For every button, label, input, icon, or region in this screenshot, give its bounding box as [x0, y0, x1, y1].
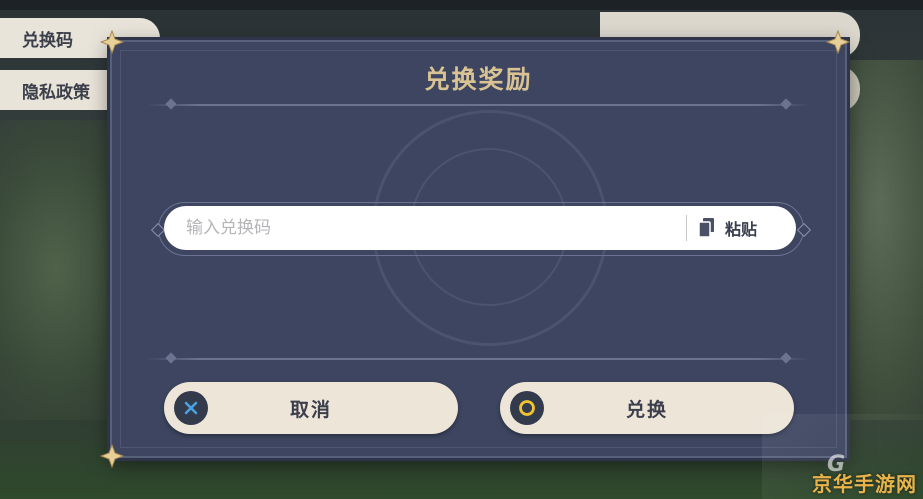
corner-star-ornament-icon — [100, 30, 124, 54]
watermark-text: 京华手游网 — [812, 472, 917, 496]
corner-star-ornament-icon — [100, 444, 124, 468]
side-menu-item-label: 兑换码 — [22, 30, 73, 51]
dialog-title: 兑换奖励 — [424, 65, 533, 94]
paste-label: 粘贴 — [725, 220, 758, 239]
divider — [147, 352, 810, 364]
divider — [147, 98, 810, 110]
separator — [686, 215, 687, 241]
redeem-label: 兑换 — [625, 398, 668, 421]
redeem-button[interactable]: 兑换 — [500, 382, 794, 434]
top-strip — [0, 0, 923, 10]
paste-button[interactable]: 粘贴 — [699, 216, 757, 240]
redeem-dialog: 兑换奖励 粘贴 取消 — [110, 40, 847, 458]
side-menu-item-label: 隐私政策 — [22, 82, 90, 103]
redeem-code-field: 粘贴 — [164, 206, 796, 250]
clipboard-icon — [699, 218, 715, 238]
cancel-label: 取消 — [289, 398, 332, 421]
cancel-button[interactable]: 取消 — [164, 382, 458, 434]
corner-star-ornament-icon — [826, 30, 850, 54]
redeem-code-input[interactable] — [164, 207, 678, 249]
